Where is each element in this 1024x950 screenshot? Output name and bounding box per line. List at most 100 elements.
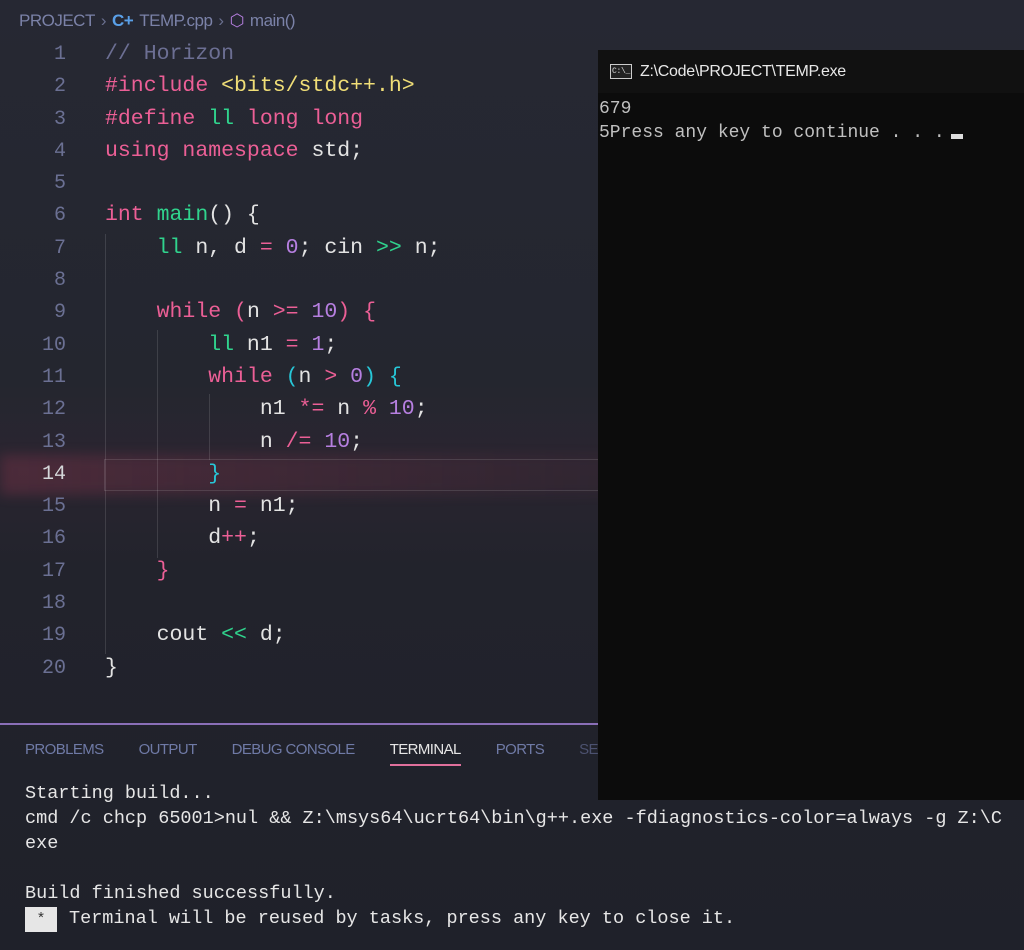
code-token: } <box>156 558 170 583</box>
code-text: n /= 10; <box>105 426 363 458</box>
line-number: 20 <box>41 656 66 680</box>
code-line[interactable]: 15 n = n1; <box>0 490 600 522</box>
tab-terminal[interactable]: TERMINAL <box>389 741 461 766</box>
console-window[interactable]: C:\_ Z:\Code\PROJECT\TEMP.exe 679 5Press … <box>598 50 1024 800</box>
code-line[interactable]: 2 #include <bits/stdc++.h> <box>0 70 600 102</box>
code-token: <bits/stdc++.h> <box>221 74 415 99</box>
code-token: #include <box>105 74 222 99</box>
code-token: ( <box>234 300 247 325</box>
code-line[interactable]: 8 <box>0 264 600 296</box>
line-number: 16 <box>41 527 66 551</box>
tab-problems[interactable]: PROBLEMS <box>25 741 104 766</box>
code-text: n1 *= n % 10; <box>105 393 428 425</box>
line-number: 10 <box>41 333 66 357</box>
code-text: while (n >= 10) { <box>105 296 376 328</box>
terminal-prompt-text: Terminal will be reused by tasks, press … <box>69 908 736 929</box>
code-text: } <box>105 458 221 490</box>
terminal-line: cmd /c chcp 65001>nul && Z:\msys64\ucrt6… <box>25 808 1002 829</box>
code-token: #define <box>105 106 209 131</box>
line-number: 3 <box>53 107 66 131</box>
code-line[interactable]: 12 n1 *= n % 10; <box>0 393 600 425</box>
code-token: ; <box>350 429 364 454</box>
code-token: /= <box>285 429 312 454</box>
code-line[interactable]: 7 ll n, d = 0; cin >> n; <box>0 232 600 264</box>
code-token: = <box>259 235 273 260</box>
code-line[interactable]: 16 d++; <box>0 522 600 554</box>
breadcrumb-project[interactable]: PROJECT <box>19 11 95 31</box>
code-text: while (n > 0) { <box>105 361 402 393</box>
tab-output[interactable]: OUTPUT <box>139 741 198 766</box>
line-number: 11 <box>41 365 66 389</box>
code-token: 1 <box>311 332 325 357</box>
line-number: 4 <box>53 139 66 163</box>
terminal-prompt-line: * Terminal will be reused by tasks, press… <box>25 906 1020 932</box>
code-token: ) { <box>337 300 376 325</box>
code-token: ; cin <box>298 235 376 260</box>
code-line[interactable]: 6 int main() { <box>0 199 600 231</box>
code-text: #define ll long long <box>105 103 363 135</box>
chevron-right-icon: › <box>218 11 224 30</box>
code-token: n1; <box>246 494 299 519</box>
code-token: n, d <box>182 235 260 260</box>
code-line[interactable]: 17 } <box>0 555 600 587</box>
code-text: } <box>105 555 170 587</box>
code-line[interactable]: 5 <box>0 167 600 199</box>
code-token: ++ <box>221 526 247 551</box>
code-token: = <box>285 332 299 357</box>
code-line[interactable]: 4 using namespace std; <box>0 135 600 167</box>
line-number: 18 <box>41 592 66 616</box>
code-token: ; <box>246 526 260 551</box>
code-line[interactable]: 11 while (n > 0) { <box>0 361 600 393</box>
code-token: n; <box>401 235 441 260</box>
code-token: std; <box>311 138 364 163</box>
code-token: >> <box>375 235 402 260</box>
code-line[interactable]: 3 #define ll long long <box>0 103 600 135</box>
code-token: 0 <box>285 235 299 260</box>
terminal-output[interactable]: Starting build... cmd /c chcp 65001>nul &… <box>25 781 1020 932</box>
line-number: 5 <box>53 172 66 196</box>
code-line[interactable]: 20} <box>0 652 600 684</box>
breadcrumb-file[interactable]: TEMP.cpp <box>139 11 213 31</box>
console-line-text: 5Press any key to continue . . . <box>599 123 945 143</box>
cube-icon: ⬡ <box>229 11 245 30</box>
tab-ports[interactable]: PORTS <box>496 741 545 766</box>
code-token: n1 <box>105 397 299 422</box>
code-line[interactable]: 1 // Horizon <box>0 38 600 70</box>
line-number: 19 <box>41 624 66 648</box>
terminal-badge: * <box>25 907 57 932</box>
cpp-file-icon: C+ <box>112 11 134 30</box>
line-number: 9 <box>53 301 66 325</box>
code-line[interactable]: 19 cout << d; <box>0 619 600 651</box>
code-token: ( <box>285 364 299 389</box>
code-token: while <box>156 300 235 325</box>
code-text: ll n, d = 0; cin >> n; <box>105 232 441 264</box>
tab-debug-console[interactable]: DEBUG CONSOLE <box>232 741 356 766</box>
console-cursor <box>950 134 963 139</box>
code-token: } <box>105 655 118 680</box>
code-text: // Horizon <box>105 38 234 70</box>
code-text: using namespace std; <box>105 135 363 167</box>
code-line[interactable]: 13 n /= 10; <box>0 426 600 458</box>
code-token: ll <box>156 235 183 260</box>
code-line[interactable]: 14 } <box>0 458 600 492</box>
code-token: main <box>156 203 209 228</box>
code-line[interactable]: 10 ll n1 = 1; <box>0 329 600 361</box>
code-token: // Horizon <box>105 42 235 66</box>
breadcrumb-symbol[interactable]: main() <box>250 11 296 31</box>
line-number: 17 <box>41 559 66 583</box>
code-line[interactable]: 9 while (n >= 10) { <box>0 296 600 328</box>
code-editor[interactable]: 1 // Horizon 2 #include <bits/stdc++.h> 3 #de… <box>0 38 600 684</box>
code-text: n = n1; <box>105 490 299 522</box>
code-text: cout << d; <box>105 619 286 651</box>
code-token: n <box>324 397 364 422</box>
code-token: > <box>324 364 338 389</box>
code-line[interactable]: 18 <box>0 587 600 619</box>
console-titlebar[interactable]: C:\_ Z:\Code\PROJECT\TEMP.exe <box>598 50 1024 93</box>
